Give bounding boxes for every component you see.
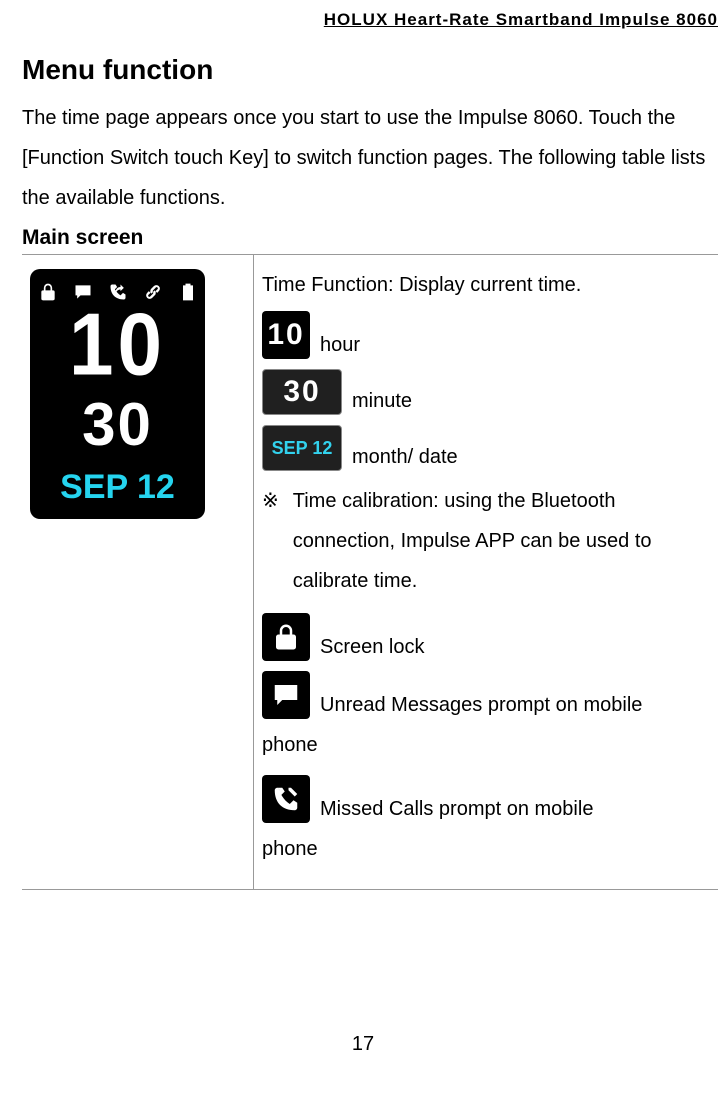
- minute-box: 30: [262, 369, 342, 415]
- main-screen-table: 10 30 SEP 12 Time Function: Display curr…: [22, 254, 718, 890]
- monthdate-label: month/ date: [352, 443, 458, 471]
- lock-icon: [37, 281, 59, 303]
- missed-label: Missed Calls prompt on mobile: [320, 795, 593, 823]
- unread-icon-box: [262, 671, 310, 719]
- screen-lock-label: Screen lock: [320, 633, 425, 661]
- screenshot-minute: 30: [30, 395, 205, 455]
- page-number: 17: [0, 1033, 726, 1056]
- section-title: Menu function: [22, 54, 718, 86]
- minute-label: minute: [352, 387, 412, 415]
- screenshot-date: SEP 12: [30, 467, 205, 507]
- screenshot-hour: 10: [30, 301, 205, 389]
- table-right-cell: Time Function: Display current time. 10 …: [254, 255, 719, 890]
- missed-icon-box: [262, 775, 310, 823]
- screen-lock-icon-box: [262, 613, 310, 661]
- message-icon: [271, 680, 301, 710]
- table-left-cell: 10 30 SEP 12: [22, 255, 254, 890]
- battery-icon: [177, 281, 199, 303]
- unread-label-trail: phone: [262, 725, 710, 765]
- unread-label: Unread Messages prompt on mobile: [320, 691, 642, 719]
- hour-box: 10: [262, 311, 310, 359]
- device-screenshot: 10 30 SEP 12: [30, 269, 205, 519]
- lock-icon: [271, 622, 301, 652]
- monthdate-box-text: SEP 12: [272, 434, 333, 462]
- calibration-note: Time calibration: using the Bluetooth co…: [293, 481, 710, 601]
- monthdate-box: SEP 12: [262, 425, 342, 471]
- main-screen-heading: Main screen: [22, 226, 718, 250]
- missed-call-icon: [271, 784, 301, 814]
- minute-box-digit: 30: [283, 378, 320, 406]
- missed-label-trail: phone: [262, 829, 710, 869]
- hour-label: hour: [320, 331, 360, 359]
- time-function-text: Time Function: Display current time.: [262, 265, 710, 305]
- note-symbol: ※: [262, 481, 279, 601]
- intro-paragraph: The time page appears once you start to …: [22, 98, 718, 218]
- hour-box-digit: 10: [267, 321, 304, 349]
- page-header: HOLUX Heart-Rate Smartband Impulse 8060: [22, 10, 718, 36]
